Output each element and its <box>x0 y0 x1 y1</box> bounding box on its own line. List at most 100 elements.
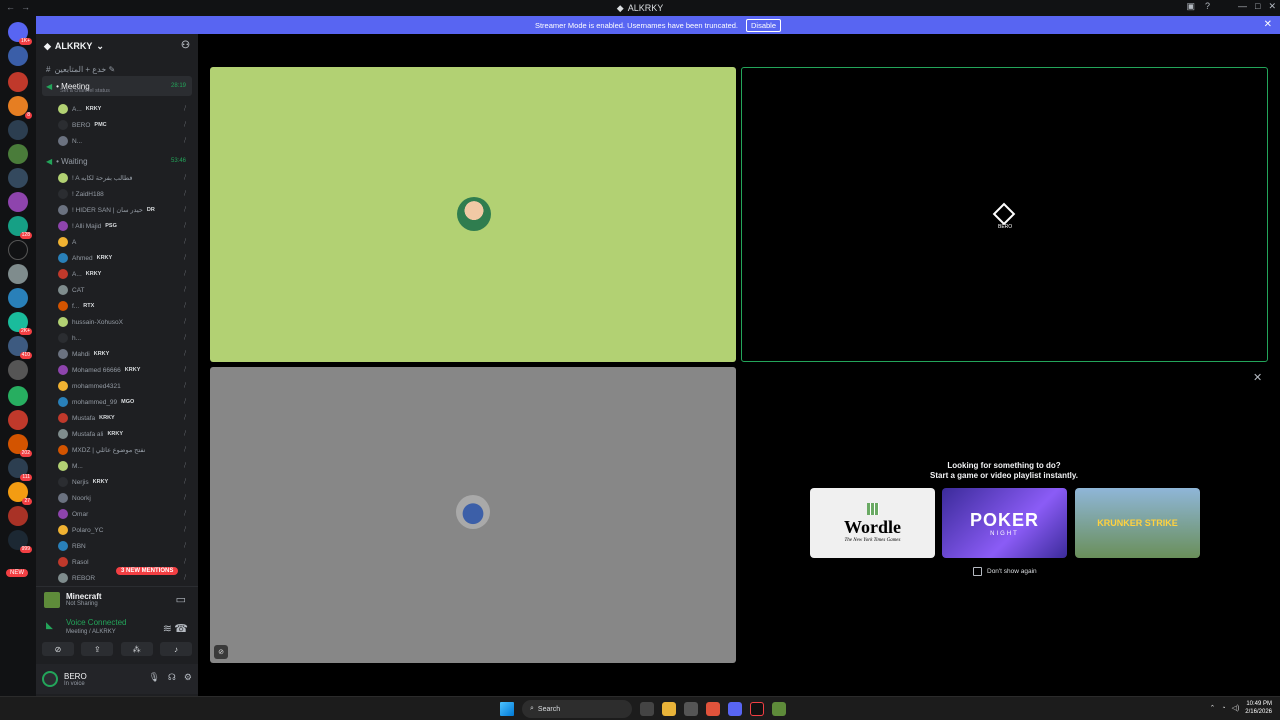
activity-card-krunker[interactable]: KRUNKER STRIKE <box>1075 488 1200 558</box>
windows-start-icon[interactable] <box>500 702 514 716</box>
close-window-icon[interactable]: ✕ <box>1268 1 1276 12</box>
list-item[interactable]: ! ZaidH188 ⧸ <box>58 187 192 201</box>
maximize-icon[interactable]: □ <box>1255 1 1260 12</box>
server-icon[interactable] <box>8 240 28 260</box>
minecraft-icon[interactable] <box>772 702 786 716</box>
discord-icon[interactable] <box>728 702 742 716</box>
list-item[interactable]: MXDZ | نفتح موضوع عائلي ⧸ <box>58 443 192 457</box>
list-item[interactable]: f... RTX ⧸ <box>58 299 192 313</box>
share-screen-button[interactable]: ⇪ <box>81 642 114 656</box>
server-icon[interactable] <box>8 288 28 308</box>
close-icon[interactable]: ✕ <box>1264 19 1272 30</box>
microphone-icon[interactable]: 🎙 <box>148 672 159 683</box>
list-item[interactable]: Polaro_YC ⧸ <box>58 523 192 537</box>
server-icon[interactable] <box>8 72 28 92</box>
list-item[interactable]: hussain-XohusoX ⧸ <box>58 315 192 329</box>
list-item[interactable]: Nerjis KRKY ⧸ <box>58 475 192 489</box>
list-item[interactable]: ! A فطالب بفرحة لكايه ⧸ <box>58 171 192 185</box>
list-item[interactable]: Mahdi KRKY ⧸ <box>58 347 192 361</box>
checkbox[interactable] <box>973 567 982 576</box>
list-item[interactable]: A ⧸ <box>58 235 192 249</box>
invite-user-icon[interactable]: ⚇ <box>181 40 190 51</box>
server-icon[interactable] <box>8 144 28 164</box>
activity-card-wordle[interactable]: Wordle The New York Times Games <box>810 488 935 558</box>
noise-suppression-icon[interactable]: ≋ <box>163 622 172 635</box>
video-tile-speaking[interactable]: BERO <box>741 67 1268 362</box>
server-icon[interactable]: 410 <box>8 336 32 359</box>
gear-icon[interactable]: ⚙ <box>184 672 192 683</box>
server-icon[interactable] <box>8 168 28 188</box>
taskbar-search[interactable]: ⌕ Search <box>522 700 632 718</box>
disconnect-icon[interactable]: ☎ <box>174 622 188 635</box>
list-item[interactable]: Mustafa ali KRKY ⧸ <box>58 427 192 441</box>
app-icon[interactable] <box>750 702 764 716</box>
brave-browser-icon[interactable] <box>706 702 720 716</box>
server-icon[interactable] <box>8 360 28 380</box>
back-arrow-icon[interactable]: ← <box>6 2 15 12</box>
camera-off-button[interactable]: ⊘ <box>42 642 74 656</box>
forward-arrow-icon[interactable]: → <box>21 2 30 12</box>
chevron-up-icon[interactable]: ⌃ <box>1209 704 1215 712</box>
server-icon[interactable] <box>8 386 28 406</box>
server-icon[interactable]: 128 <box>8 216 32 239</box>
video-tile[interactable]: ⊘ <box>210 367 736 663</box>
app-icon[interactable] <box>684 702 698 716</box>
server-icon[interactable] <box>8 120 28 140</box>
list-item[interactable]: Noorkj ⧸ <box>58 491 192 505</box>
list-item[interactable]: ! HIDER SAN | حيدر سان DR ⧸ <box>58 203 192 217</box>
list-item[interactable]: BERO PMC ⧸ <box>58 118 192 132</box>
list-item[interactable]: Mohamed 66666 KRKY ⧸ <box>58 363 192 377</box>
file-explorer-icon[interactable] <box>662 702 676 716</box>
server-icon[interactable] <box>8 264 28 284</box>
server-icon[interactable]: 27 <box>8 482 32 505</box>
headset-icon[interactable]: ☊ <box>168 672 176 683</box>
soundboard-button[interactable]: ♪ <box>159 642 192 656</box>
minimize-icon[interactable]: — <box>1238 1 1247 12</box>
activity-card-poker[interactable]: POKER NIGHT <box>942 488 1067 558</box>
avatar[interactable] <box>42 671 58 687</box>
list-item[interactable]: RBN ⧸ <box>58 539 192 553</box>
video-tile[interactable] <box>210 67 736 362</box>
signal-icon[interactable]: ◣ <box>46 620 53 631</box>
list-item[interactable]: Omar ⧸ <box>58 507 192 521</box>
server-icon[interactable] <box>8 506 28 526</box>
list-item[interactable]: h... ⧸ <box>58 331 192 345</box>
text-channel[interactable]: # خدع + المتابعين ✎ <box>42 62 192 76</box>
help-icon[interactable]: ? <box>1205 1 1210 12</box>
dont-show-again[interactable]: Don't show again <box>973 567 1037 576</box>
server-icon[interactable]: 999 <box>8 530 32 553</box>
list-item[interactable]: Mustafa KRKY ⧸ <box>58 411 192 425</box>
server-icon[interactable] <box>8 410 28 430</box>
inbox-icon[interactable]: ▣ <box>1186 1 1195 12</box>
list-item[interactable]: ! Alli Majid PSG ⧸ <box>58 219 192 233</box>
close-icon[interactable]: ✕ <box>1253 371 1262 384</box>
new-servers-pill[interactable]: NEW <box>6 569 28 577</box>
clock[interactable]: 10:49 PM 2/16/2026 <box>1245 700 1272 716</box>
share-screen-icon[interactable]: ▭ <box>176 593 186 606</box>
server-icon[interactable] <box>8 46 28 66</box>
server-icon[interactable]: 202 <box>8 434 32 457</box>
voice-channel-meeting[interactable]: ◀ • Meeting 28:19 Set a channel status <box>42 76 192 96</box>
volume-icon[interactable]: ◁) <box>1232 704 1240 712</box>
disable-streamer-button[interactable]: Disable <box>746 18 782 32</box>
activities-button[interactable]: ⁂ <box>120 642 153 656</box>
list-item[interactable]: mohammed4321 ⧸ <box>58 379 192 393</box>
server-icon[interactable] <box>8 192 28 212</box>
list-item[interactable]: N... ⧸ <box>58 134 192 148</box>
task-view-icon[interactable] <box>640 702 654 716</box>
server-icon[interactable]: 2K+ <box>8 312 32 335</box>
avatar <box>58 397 68 407</box>
list-item[interactable]: mohammed_99 MGO ⧸ <box>58 395 192 409</box>
list-item[interactable]: M... ⧸ <box>58 459 192 473</box>
server-icon[interactable]: 8 <box>8 96 32 119</box>
list-item[interactable]: Ahmed KRKY ⧸ <box>58 251 192 265</box>
voice-channel-waiting[interactable]: ◀ • Waiting 53:46 <box>42 154 192 168</box>
list-item[interactable]: A... KRKY ⧸ <box>58 267 192 281</box>
network-icon[interactable]: ◔ <box>1221 705 1225 712</box>
server-icon[interactable]: 111 <box>8 458 32 481</box>
home-server-icon[interactable]: 1K+ <box>8 22 32 45</box>
guild-header[interactable]: ◆ ALKRKY ⌄ ⚇ <box>36 34 198 58</box>
list-item[interactable]: CAT ⧸ <box>58 283 192 297</box>
list-item[interactable]: A... KRKY ⧸ <box>58 102 192 116</box>
new-mentions-pill[interactable]: 3 NEW MENTIONS <box>116 567 179 575</box>
